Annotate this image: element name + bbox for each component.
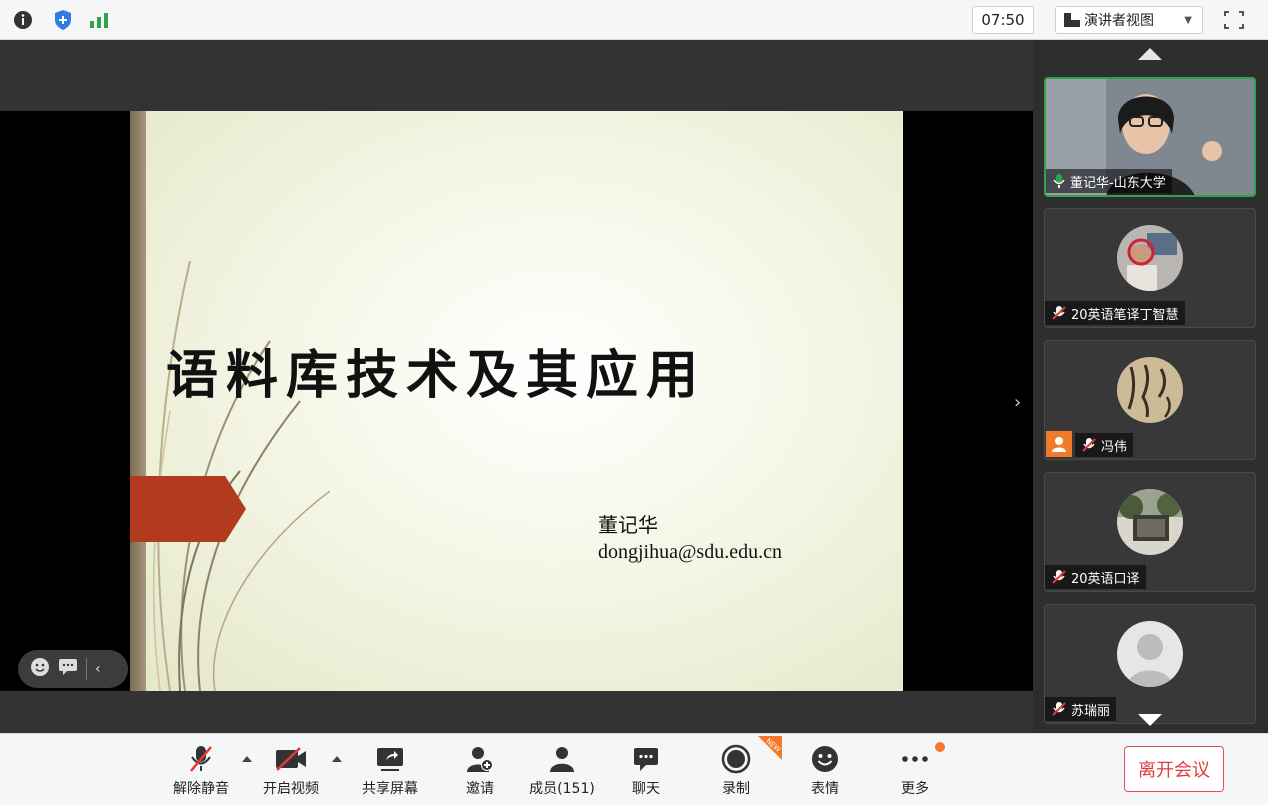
members-icon (550, 747, 574, 772)
reactions-label: 表情 (811, 781, 839, 797)
emoji-icon[interactable] (30, 657, 50, 681)
view-mode-dropdown[interactable]: 演讲者视图 ▼ (1055, 6, 1203, 34)
participant-tile[interactable]: 董记华-山东大学 (1044, 77, 1256, 197)
chevron-down-icon: ▼ (1184, 14, 1192, 26)
divider (86, 658, 87, 680)
chat-bubble-icon[interactable] (58, 658, 78, 680)
unmute-label: 解除静音 (173, 781, 229, 797)
scroll-up-icon[interactable] (1138, 48, 1162, 60)
security-shield-icon[interactable] (52, 9, 74, 31)
participant-nameplate: 20英语口译 (1045, 565, 1146, 589)
more-icon (902, 756, 928, 762)
record-label: 录制 (722, 781, 750, 797)
members-button[interactable]: 成员(151) (527, 742, 597, 798)
avatar (1117, 225, 1183, 291)
start-video-button[interactable]: 开启视频 (256, 742, 326, 798)
chat-label: 聊天 (632, 781, 660, 797)
new-badge-icon: NEW (758, 736, 782, 760)
participant-tile[interactable]: 20英语口译 (1044, 472, 1256, 592)
host-badge-icon (1046, 431, 1072, 457)
layout-icon (1064, 13, 1080, 27)
avatar (1117, 489, 1183, 555)
signal-strength-icon[interactable] (88, 9, 110, 31)
avatar (1117, 621, 1183, 687)
members-label: 成员(151) (529, 781, 595, 797)
slide-email: dongjihua@sdu.edu.cn (598, 541, 782, 563)
smiley-icon (812, 746, 838, 772)
video-options-chevron-icon[interactable] (332, 756, 342, 762)
participant-name: 20英语笔译丁智慧 (1071, 307, 1179, 323)
meeting-timer: 07:50 (972, 6, 1034, 34)
video-off-icon (276, 747, 306, 771)
participant-name: 董记华-山东大学 (1070, 175, 1166, 191)
mic-on-icon (1053, 174, 1065, 188)
slide-title: 语料库技术及其应用 (166, 345, 707, 406)
chevron-right-icon[interactable]: › (1014, 392, 1021, 413)
presentation-slide: 语料库技术及其应用 董记华 dongjihua@sdu.edu.cn (130, 111, 903, 691)
slide-author: 董记华 (598, 513, 658, 537)
top-bar: 07:50 演讲者视图 ▼ (0, 0, 1268, 40)
info-icon[interactable] (12, 9, 34, 31)
more-label: 更多 (901, 781, 929, 797)
slide-arrow-shape (130, 476, 246, 542)
participant-nameplate: 苏瑞丽 (1045, 697, 1117, 721)
mic-muted-icon (190, 746, 212, 772)
audio-options-chevron-icon[interactable] (242, 756, 252, 762)
scroll-down-icon[interactable] (1138, 714, 1162, 726)
participant-tile[interactable]: 冯伟 (1044, 340, 1256, 460)
participant-name: 冯伟 (1101, 439, 1128, 455)
invite-label: 邀请 (466, 781, 494, 797)
mic-muted-icon (1052, 306, 1066, 320)
participant-nameplate: 20英语笔译丁智慧 (1045, 301, 1185, 325)
start-video-label: 开启视频 (263, 781, 319, 797)
mic-muted-icon (1082, 438, 1096, 452)
view-mode-label: 演讲者视图 (1084, 13, 1154, 29)
floating-reaction-bar: ‹ (18, 650, 128, 688)
participant-rail: 董记华-山东大学 20英语笔译丁智慧 冯伟 20英语口译 苏瑞丽 (1033, 40, 1268, 733)
collapse-chevron-icon[interactable]: ‹ (95, 661, 101, 677)
share-screen-label: 共享屏幕 (362, 781, 418, 797)
invite-button[interactable]: 邀请 (445, 742, 515, 798)
participant-name: 苏瑞丽 (1071, 703, 1111, 719)
participant-nameplate: 冯伟 (1075, 433, 1134, 457)
shared-screen-area: 语料库技术及其应用 董记华 dongjihua@sdu.edu.cn ‹ › (0, 40, 1033, 733)
participant-name: 20英语口译 (1071, 571, 1140, 587)
meeting-toolbar: 解除静音 开启视频 共享屏幕 邀请 成员(151) 聊天 录制 NEW 表情 更… (0, 733, 1268, 805)
participant-tile[interactable]: 20英语笔译丁智慧 (1044, 208, 1256, 328)
avatar (1117, 357, 1183, 423)
share-screen-icon (377, 748, 403, 771)
leave-meeting-button[interactable]: 离开会议 (1124, 746, 1224, 792)
share-screen-button[interactable]: 共享屏幕 (355, 742, 425, 798)
slide-side-bar (130, 111, 146, 691)
fullscreen-icon[interactable] (1222, 9, 1246, 31)
chat-icon (634, 748, 658, 771)
record-icon (721, 744, 751, 774)
notification-dot (935, 742, 945, 752)
participant-tile[interactable]: 苏瑞丽 (1044, 604, 1256, 724)
mic-muted-icon (1052, 570, 1066, 584)
add-user-icon (467, 747, 493, 772)
participant-nameplate: 董记华-山东大学 (1046, 169, 1172, 193)
unmute-button[interactable]: 解除静音 (166, 742, 236, 798)
chat-button[interactable]: 聊天 (611, 742, 681, 798)
mic-muted-icon (1052, 702, 1066, 716)
reactions-button[interactable]: 表情 (790, 742, 860, 798)
